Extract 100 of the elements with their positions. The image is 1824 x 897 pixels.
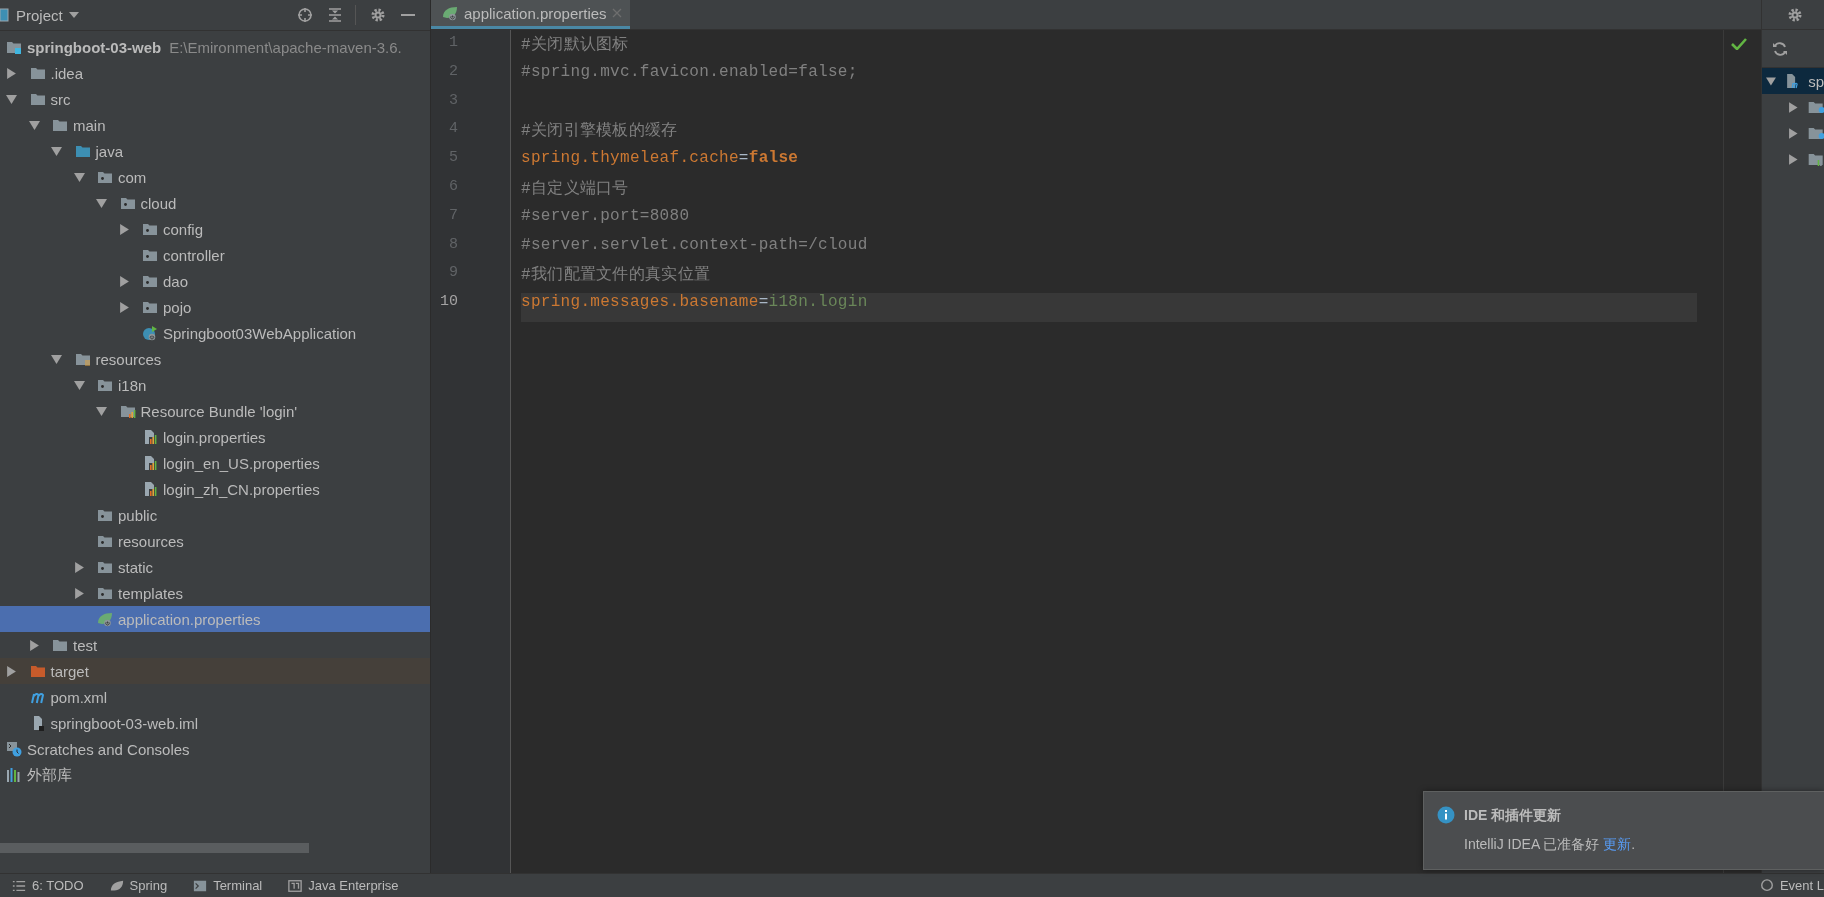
collapse-arrow-icon[interactable] [1766, 75, 1776, 87]
package-icon [96, 585, 114, 601]
tree-item[interactable]: java [0, 138, 430, 164]
gear-folder-icon [1806, 99, 1824, 115]
spring-leaf-icon [96, 611, 114, 627]
tree-item[interactable]: sp [1762, 68, 1824, 94]
folder-icon [51, 637, 69, 653]
folder-icon [51, 117, 69, 133]
horizontal-scrollbar[interactable] [0, 843, 309, 853]
refresh-icon[interactable] [1772, 40, 1788, 57]
expand-arrow-icon[interactable] [1788, 153, 1799, 165]
update-link[interactable]: 更新 [1603, 836, 1632, 852]
tool-window-button[interactable]: Spring [101, 878, 186, 893]
expand-arrow-icon[interactable] [6, 665, 17, 677]
folder-icon [28, 663, 47, 679]
collapse-arrow-icon[interactable] [51, 353, 62, 365]
tree-item[interactable]: controller [0, 242, 430, 268]
list-icon [12, 878, 26, 893]
resource-folder-icon [73, 351, 92, 367]
tree-item[interactable]: src [0, 86, 430, 112]
window-icon [288, 878, 303, 893]
expand-arrow-icon[interactable] [28, 639, 40, 651]
tree-item[interactable]: Resource Bundle 'login' [0, 398, 430, 424]
collapse-arrow-icon[interactable] [96, 197, 107, 209]
tree-item[interactable]: test [0, 632, 430, 658]
tree-item[interactable]: public [0, 502, 430, 528]
collapse-arrow-icon[interactable] [73, 379, 85, 391]
tree-item[interactable]: target [0, 658, 430, 684]
package-icon [96, 377, 114, 393]
collapse-arrow-icon[interactable] [51, 145, 62, 157]
settings-icon[interactable] [370, 7, 386, 23]
tree-item[interactable]: springboot-03-web.iml [0, 710, 430, 736]
expand-arrow-icon[interactable] [118, 301, 130, 313]
tree-item[interactable]: Springboot03WebApplication [0, 320, 430, 346]
gear-folder-icon [1806, 125, 1824, 141]
collapse-arrow-icon[interactable] [6, 93, 17, 105]
notification-text: IntelliJ IDEA 已准备好 更新. [1464, 836, 1636, 854]
line-number: 10 [439, 293, 459, 313]
tree-item[interactable]: springboot-03-web E:\Emironment\apache-maven-3.6. [0, 34, 430, 60]
tool-window-button[interactable]: 6: TODO [4, 878, 102, 893]
bundle-icon [118, 403, 137, 419]
tree-item[interactable]: resources [0, 346, 430, 372]
editor-tab[interactable]: application.properties [431, 0, 630, 29]
tree-item[interactable]: pom.xml [0, 684, 430, 710]
tree-item[interactable]: i18n [0, 372, 430, 398]
package-icon [96, 507, 114, 523]
code-line: #spring.mvc.favicon.enabled=false; [521, 62, 859, 83]
expand-arrow-icon[interactable] [1788, 127, 1799, 139]
package-icon [96, 533, 114, 549]
tree-item[interactable]: templates [0, 580, 430, 606]
tree-item[interactable]: 外部库 [0, 762, 430, 788]
folder-icon [28, 91, 47, 107]
expand-arrow-icon[interactable] [1788, 101, 1799, 113]
tool-window-button[interactable]: Java Enterprise [280, 878, 417, 893]
code-line: spring.thymeleaf.cache=false [521, 149, 800, 170]
expand-arrow-icon[interactable] [6, 67, 17, 79]
expand-arrow-icon[interactable] [73, 587, 85, 599]
package-icon [96, 559, 114, 575]
expand-arrow-icon[interactable] [73, 561, 85, 573]
tree-item[interactable]: resources [0, 528, 430, 554]
event-log-button[interactable]: Event L [1751, 878, 1824, 893]
expand-arrow-icon[interactable] [118, 275, 130, 287]
terminal-icon [193, 878, 208, 893]
tree-item[interactable]: Scratches and Consoles [0, 736, 430, 762]
panel-title-button[interactable]: Project [0, 0, 85, 30]
tree-item[interactable]: cloud [0, 190, 430, 216]
tree-item[interactable]: .idea [0, 60, 430, 86]
tool-window-button[interactable]: Terminal [185, 878, 281, 893]
code-line: #关闭引擎模板的缓存 [521, 120, 679, 143]
info-icon [1437, 806, 1455, 824]
spring-class-icon [141, 325, 159, 341]
collapse-arrow-icon[interactable] [28, 119, 40, 131]
collapse-arrow-icon[interactable] [73, 171, 85, 183]
tree-item[interactable]: dao [0, 268, 430, 294]
tree-item[interactable]: config [0, 216, 430, 242]
package-icon [141, 247, 159, 263]
code-line: #关闭默认图标 [521, 34, 630, 56]
dropdown-caret-icon [68, 12, 79, 18]
tree-item[interactable]: login.properties [0, 424, 430, 450]
locate-icon[interactable] [297, 7, 313, 23]
collapse-arrow-icon[interactable] [96, 405, 107, 417]
tree-item[interactable]: static [0, 554, 430, 580]
leaf-icon [109, 878, 124, 893]
tree-item[interactable]: main [0, 112, 430, 138]
expand-arrow-icon[interactable] [118, 223, 130, 235]
code-line: #server.servlet.context-path=/cloud [521, 235, 869, 256]
package-icon [118, 195, 137, 211]
tree-item[interactable]: pojo [0, 294, 430, 320]
spring-leaf-icon [441, 5, 459, 21]
code-line: #我们配置文件的真实位置 [521, 264, 712, 287]
tree-item[interactable]: login_en_US.properties [0, 450, 430, 476]
checkmark-icon [1731, 38, 1747, 50]
panel-icon [0, 7, 10, 23]
folder-icon [28, 65, 47, 81]
package-icon [141, 273, 159, 289]
settings-icon[interactable] [1787, 6, 1803, 23]
tree-item[interactable]: login_zh_CN.properties [0, 476, 430, 502]
tree-item[interactable]: com [0, 164, 430, 190]
collapse-all-icon[interactable] [327, 7, 343, 23]
speech-bubble-icon [1759, 878, 1774, 893]
